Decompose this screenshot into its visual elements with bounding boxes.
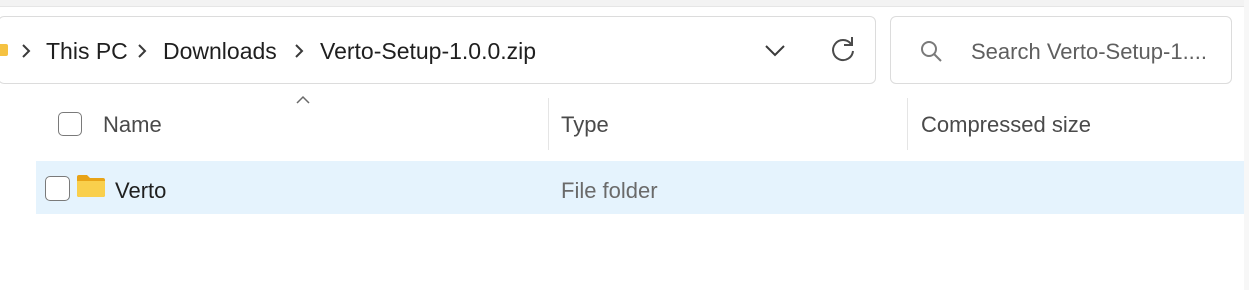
column-header-compressed-size[interactable]: Compressed size xyxy=(921,112,1091,138)
breadcrumb-zip-file[interactable]: Verto-Setup-1.0.0.zip xyxy=(320,38,536,65)
breadcrumb-this-pc[interactable]: This PC xyxy=(46,38,128,65)
row-name: Verto xyxy=(115,178,167,203)
breadcrumb-chevron-icon[interactable] xyxy=(133,40,153,62)
sort-ascending-icon xyxy=(296,95,310,104)
column-divider[interactable] xyxy=(548,98,549,150)
row-type: File folder xyxy=(561,178,658,203)
row-checkbox[interactable] xyxy=(45,176,70,201)
breadcrumb-downloads[interactable]: Downloads xyxy=(163,38,277,65)
search-input[interactable]: Search Verto-Setup-1.... xyxy=(971,39,1221,65)
scrollbar[interactable] xyxy=(1244,0,1249,290)
column-header-name[interactable]: Name xyxy=(103,112,162,138)
window-top-edge xyxy=(0,0,1249,7)
refresh-icon[interactable] xyxy=(828,34,858,66)
breadcrumb-chevron-icon[interactable] xyxy=(290,40,310,62)
select-all-checkbox[interactable] xyxy=(58,112,82,136)
folder-icon xyxy=(77,175,105,197)
chevron-down-icon[interactable] xyxy=(760,36,790,66)
location-folder-icon xyxy=(0,44,8,56)
breadcrumb-chevron-icon[interactable] xyxy=(17,40,37,62)
column-divider[interactable] xyxy=(907,98,908,150)
search-icon xyxy=(921,41,942,62)
column-header-type[interactable]: Type xyxy=(561,112,609,138)
